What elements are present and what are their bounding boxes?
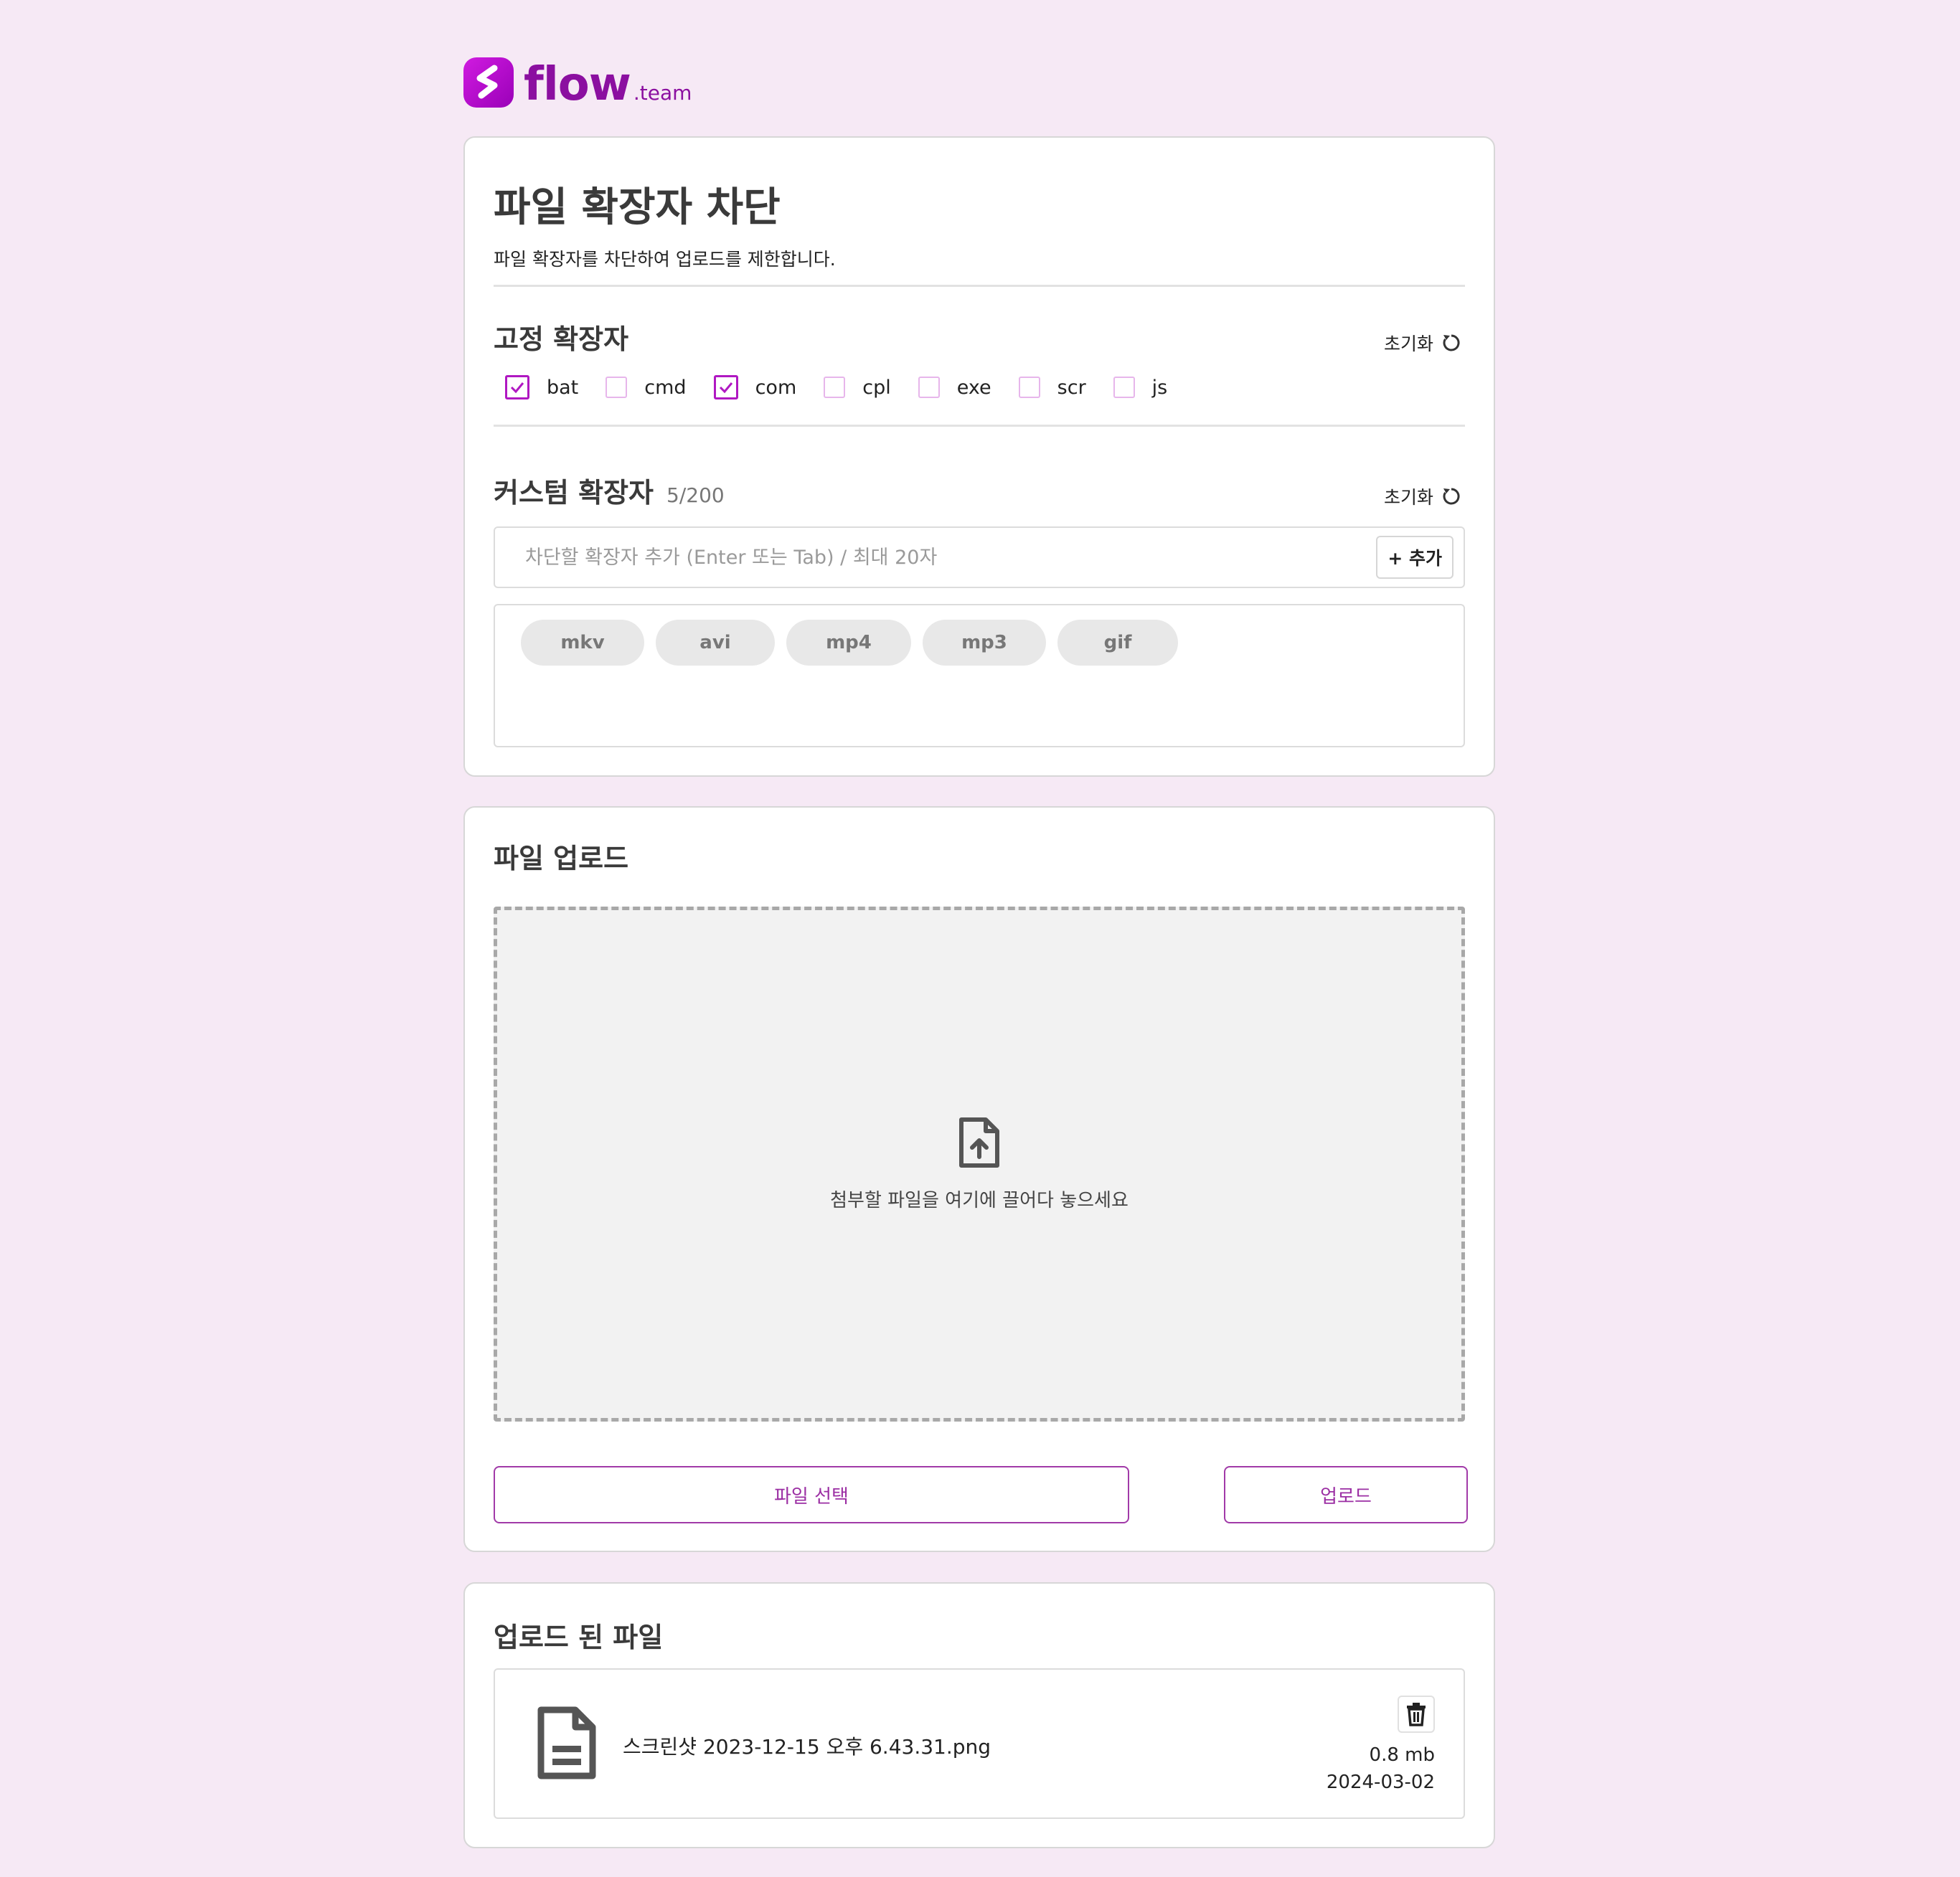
fixed-reset-button[interactable]: 초기화 (1384, 330, 1462, 356)
extension-settings-card: 파일 확장자 차단 파일 확장자를 차단하여 업로드를 제한합니다. 고정 확장… (463, 136, 1495, 777)
uploaded-files-heading: 업로드 된 파일 (494, 1622, 664, 1653)
fixed-ext-com[interactable]: com (702, 375, 797, 399)
extension-tag[interactable]: gif (1057, 620, 1178, 666)
divider (494, 285, 1465, 287)
uploaded-file-name: 스크린샷 2023-12-15 오후 6.43.31.png (623, 1735, 991, 1759)
fixed-ext-js[interactable]: js (1102, 376, 1168, 399)
refresh-icon (1443, 334, 1460, 351)
fixed-ext-exe[interactable]: exe (907, 377, 991, 399)
drop-zone-text: 첨부할 파일을 여기에 끌어다 놓으세요 (830, 1189, 1129, 1211)
fixed-ext-label: js (1151, 376, 1168, 399)
fixed-ext-cmd[interactable]: cmd (594, 376, 687, 399)
checkbox-unchecked[interactable] (824, 377, 846, 398)
fixed-ext-label: com (755, 376, 797, 399)
fixed-ext-label: cmd (644, 376, 687, 399)
brand-logo-icon (463, 57, 514, 108)
checkbox-unchecked[interactable] (606, 377, 628, 398)
check-icon (510, 382, 524, 394)
custom-reset-button[interactable]: 초기화 (1384, 483, 1462, 509)
select-file-button[interactable]: 파일 선택 (494, 1466, 1129, 1523)
uploaded-file-size: 0.8 mb (1369, 1744, 1435, 1766)
upload-button[interactable]: 업로드 (1224, 1466, 1468, 1523)
file-document-icon (537, 1706, 596, 1779)
extension-tag[interactable]: mp4 (786, 620, 911, 666)
fixed-ext-label: scr (1057, 376, 1086, 399)
add-extension-button[interactable]: + 추가 (1376, 536, 1453, 579)
page-title: 파일 확장자 차단 (494, 184, 781, 231)
custom-extension-input[interactable] (524, 545, 1377, 569)
fixed-ext-bat[interactable]: bat (494, 375, 578, 399)
custom-reset-label: 초기화 (1383, 487, 1433, 508)
fixed-reset-label: 초기화 (1383, 334, 1433, 354)
custom-extensions-header: 커스텀 확장자 5/200 (494, 471, 1465, 510)
brand-logo[interactable]: flow .team (463, 56, 692, 108)
custom-extensions-count: 5/200 (666, 483, 725, 507)
checkbox-unchecked[interactable] (1018, 377, 1040, 398)
delete-file-button[interactable] (1398, 1696, 1435, 1733)
refresh-icon (1443, 488, 1460, 505)
checkbox-checked[interactable] (713, 375, 738, 399)
uploaded-file-meta: 0.8 mb 2024-03-02 (1327, 1741, 1435, 1796)
checkbox-unchecked[interactable] (1113, 377, 1135, 398)
extension-tag[interactable]: avi (656, 620, 775, 666)
file-upload-card: 파일 업로드 첨부할 파일을 여기에 끌어다 놓으세요 파일 선택 업로드 (463, 806, 1495, 1552)
check-icon (719, 382, 732, 394)
file-upload-icon (959, 1117, 999, 1168)
uploaded-file-date: 2024-03-02 (1326, 1772, 1435, 1793)
fixed-extensions-list: bat cmd com cpl exe scr js (494, 371, 1465, 404)
brand-suffix: .team (633, 81, 692, 105)
extension-tag[interactable]: mp3 (923, 620, 1046, 666)
file-upload-heading: 파일 업로드 (494, 843, 629, 874)
fixed-ext-label: exe (956, 376, 991, 399)
fixed-ext-label: bat (547, 376, 579, 399)
extension-tag[interactable]: mkv (521, 620, 644, 666)
custom-extensions-heading: 커스텀 확장자 (494, 477, 654, 509)
custom-extension-input-group: + 추가 (494, 526, 1465, 588)
checkbox-checked[interactable] (505, 375, 529, 399)
divider (494, 425, 1465, 427)
uploaded-files-card: 업로드 된 파일 스크린샷 2023-12-15 오후 6.43.31.png (463, 1582, 1495, 1848)
page-description: 파일 확장자를 차단하여 업로드를 제한합니다. (494, 249, 836, 270)
trash-icon (1407, 1703, 1426, 1726)
file-drop-zone[interactable]: 첨부할 파일을 여기에 끌어다 놓으세요 (494, 907, 1465, 1422)
checkbox-unchecked[interactable] (918, 377, 940, 398)
fixed-extensions-heading: 고정 확장자 (494, 323, 629, 355)
uploaded-file-item: 스크린샷 2023-12-15 오후 6.43.31.png 0.8 mb 20… (494, 1668, 1465, 1819)
custom-extension-tags: mkv avi mp4 mp3 gif (494, 604, 1465, 747)
fixed-ext-scr[interactable]: scr (1007, 377, 1086, 399)
fixed-ext-cpl[interactable]: cpl (812, 377, 891, 399)
fixed-ext-label: cpl (862, 376, 891, 399)
brand-name: flow (524, 58, 631, 111)
